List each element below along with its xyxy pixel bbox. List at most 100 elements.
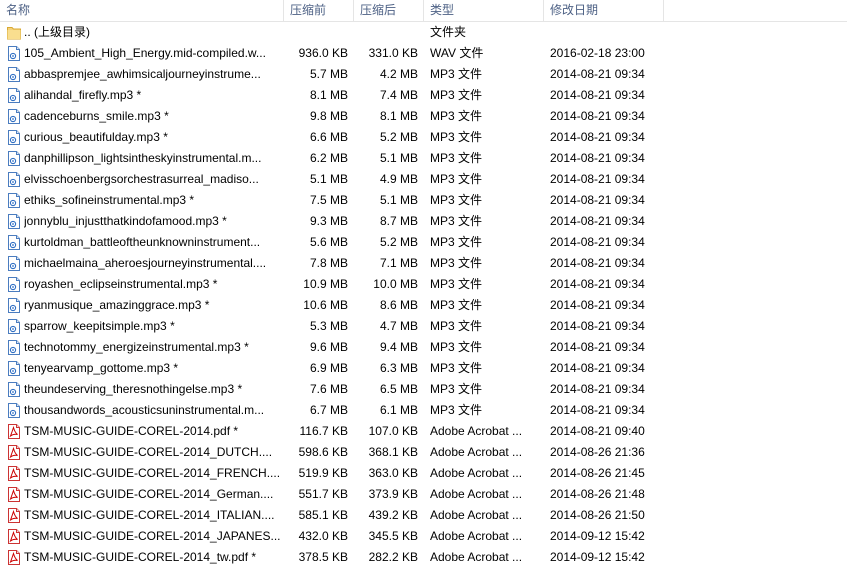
column-header-compressed[interactable]: 压缩前 bbox=[284, 0, 354, 21]
table-row[interactable]: 105_Ambient_High_Energy.mid-compiled.w..… bbox=[0, 43, 847, 64]
file-modified: 2014-08-21 09:34 bbox=[550, 193, 645, 207]
pdf-file-icon bbox=[7, 529, 21, 544]
file-type: Adobe Acrobat ... bbox=[430, 487, 523, 501]
file-modified: 2014-08-21 09:40 bbox=[550, 424, 645, 438]
column-header-size[interactable]: 压缩后 bbox=[354, 0, 424, 21]
file-name: .. (上级目录) bbox=[24, 25, 90, 39]
table-row[interactable]: ryanmusique_amazinggrace.mp3 * 10.6 MB 8.6… bbox=[0, 295, 847, 316]
file-size: 5.1 MB bbox=[379, 193, 418, 207]
table-row[interactable]: tenyearvamp_gottome.mp3 * 6.9 MB 6.3 MB MP3… bbox=[0, 358, 847, 379]
table-row[interactable]: TSM-MUSIC-GUIDE-COREL-2014_JAPANES... 432… bbox=[0, 526, 847, 547]
audio-file-icon bbox=[7, 256, 21, 271]
file-name: thousandwords_acousticsuninstrumental.m.… bbox=[24, 403, 265, 417]
file-size: 345.5 KB bbox=[368, 529, 418, 543]
file-type: MP3 文件 bbox=[430, 340, 483, 354]
file-compressed-size: 5.3 MB bbox=[309, 319, 348, 333]
file-modified: 2014-09-12 15:42 bbox=[550, 550, 645, 564]
column-header-modified[interactable]: 修改日期 bbox=[544, 0, 664, 21]
file-name: TSM-MUSIC-GUIDE-COREL-2014_FRENCH.... bbox=[24, 466, 281, 480]
table-row[interactable]: TSM-MUSIC-GUIDE-COREL-2014_German.... 551… bbox=[0, 484, 847, 505]
file-compressed-size: 6.9 MB bbox=[309, 361, 348, 375]
file-type: Adobe Acrobat ... bbox=[430, 508, 523, 522]
table-row[interactable]: TSM-MUSIC-GUIDE-COREL-2014_FRENCH.... 519… bbox=[0, 463, 847, 484]
file-size: 10.0 MB bbox=[373, 277, 418, 291]
file-compressed-size: 598.6 KB bbox=[298, 445, 348, 459]
table-row[interactable]: jonnyblu_injustthatkindofamood.mp3 * 9.3 … bbox=[0, 211, 847, 232]
table-row[interactable]: royashen_eclipseinstrumental.mp3 * 10.9 M… bbox=[0, 274, 847, 295]
table-row[interactable]: curious_beautifulday.mp3 * 6.6 MB 5.2 MB MP… bbox=[0, 127, 847, 148]
table-row[interactable]: sparrow_keepitsimple.mp3 * 5.3 MB 4.7 MB MP… bbox=[0, 316, 847, 337]
file-type: MP3 文件 bbox=[430, 235, 483, 249]
file-size: 9.4 MB bbox=[379, 340, 418, 354]
file-type: Adobe Acrobat ... bbox=[430, 529, 523, 543]
file-size: 8.7 MB bbox=[379, 214, 418, 228]
audio-file-icon bbox=[7, 46, 21, 61]
file-modified: 2014-08-26 21:36 bbox=[550, 445, 645, 459]
audio-file-icon bbox=[7, 88, 21, 103]
file-type: MP3 文件 bbox=[430, 130, 483, 144]
file-compressed-size: 6.6 MB bbox=[309, 130, 348, 144]
audio-file-icon bbox=[7, 319, 21, 334]
file-size: 6.1 MB bbox=[379, 403, 418, 417]
file-compressed-size: 6.7 MB bbox=[309, 403, 348, 417]
folder-icon bbox=[7, 25, 21, 40]
file-modified: 2014-08-21 09:34 bbox=[550, 298, 645, 312]
table-row[interactable]: danphillipson_lightsintheskyinstrumental… bbox=[0, 148, 847, 169]
file-type: MP3 文件 bbox=[430, 67, 483, 81]
file-type: MP3 文件 bbox=[430, 172, 483, 186]
file-list: 名称 压缩前 压缩后 类型 修改日期 .. (上级目录) 文件夹 105_Ambie… bbox=[0, 0, 847, 578]
file-name: abbaspremjee_awhimsicaljourneyinstrume..… bbox=[24, 67, 261, 81]
file-name: ryanmusique_amazinggrace.mp3 * bbox=[24, 298, 210, 312]
table-row[interactable]: theundeserving_theresnothingelse.mp3 * 7.… bbox=[0, 379, 847, 400]
file-type: Adobe Acrobat ... bbox=[430, 550, 523, 564]
file-size: 4.9 MB bbox=[379, 172, 418, 186]
file-compressed-size: 378.5 KB bbox=[298, 550, 348, 564]
file-name: royashen_eclipseinstrumental.mp3 * bbox=[24, 277, 218, 291]
table-row[interactable]: kurtoldman_battleoftheunknowninstrument.… bbox=[0, 232, 847, 253]
file-modified: 2014-08-21 09:34 bbox=[550, 67, 645, 81]
table-row[interactable]: elvisschoenbergsorchestrasurreal_madiso.… bbox=[0, 169, 847, 190]
file-size: 5.2 MB bbox=[379, 130, 418, 144]
pdf-file-icon bbox=[7, 424, 21, 439]
column-header-name[interactable]: 名称 bbox=[0, 0, 284, 21]
table-row[interactable]: TSM-MUSIC-GUIDE-COREL-2014_DUTCH.... 598.… bbox=[0, 442, 847, 463]
file-size: 4.7 MB bbox=[379, 319, 418, 333]
file-size: 368.1 KB bbox=[368, 445, 418, 459]
pdf-file-icon bbox=[7, 508, 21, 523]
file-modified: 2014-08-21 09:34 bbox=[550, 235, 645, 249]
table-row[interactable]: TSM-MUSIC-GUIDE-COREL-2014_tw.pdf * 378.5… bbox=[0, 547, 847, 568]
file-name: jonnyblu_injustthatkindofamood.mp3 * bbox=[24, 214, 227, 228]
table-row[interactable]: .. (上级目录) 文件夹 bbox=[0, 22, 847, 43]
table-row[interactable]: alihandal_firefly.mp3 * 8.1 MB 7.4 MB MP3 文… bbox=[0, 85, 847, 106]
file-type: MP3 文件 bbox=[430, 403, 483, 417]
file-compressed-size: 7.5 MB bbox=[309, 193, 348, 207]
file-size: 5.2 MB bbox=[379, 235, 418, 249]
table-row[interactable]: abbaspremjee_awhimsicaljourneyinstrume..… bbox=[0, 64, 847, 85]
table-row[interactable]: michaelmaina_aheroesjourneyinstrumental.… bbox=[0, 253, 847, 274]
audio-file-icon bbox=[7, 277, 21, 292]
pdf-file-icon bbox=[7, 445, 21, 460]
table-row[interactable]: TSM-MUSIC-GUIDE-COREL-2014.pdf * 116.7 KB… bbox=[0, 421, 847, 442]
pdf-file-icon bbox=[7, 466, 21, 481]
file-type: MP3 文件 bbox=[430, 298, 483, 312]
file-name: elvisschoenbergsorchestrasurreal_madiso.… bbox=[24, 172, 259, 186]
file-name: TSM-MUSIC-GUIDE-COREL-2014_German.... bbox=[24, 487, 274, 501]
file-name: TSM-MUSIC-GUIDE-COREL-2014_ITALIAN.... bbox=[24, 508, 275, 522]
table-row[interactable]: technotommy_energizeinstrumental.mp3 * 9.… bbox=[0, 337, 847, 358]
file-compressed-size: 9.8 MB bbox=[309, 109, 348, 123]
file-name: danphillipson_lightsintheskyinstrumental… bbox=[24, 151, 262, 165]
table-row[interactable]: thousandwords_acousticsuninstrumental.m.… bbox=[0, 400, 847, 421]
file-size bbox=[356, 22, 418, 43]
file-modified: 2014-08-21 09:34 bbox=[550, 340, 645, 354]
file-modified: 2014-08-26 21:50 bbox=[550, 508, 645, 522]
audio-file-icon bbox=[7, 109, 21, 124]
table-row[interactable]: ethiks_sofineinstrumental.mp3 * 7.5 MB 5.1… bbox=[0, 190, 847, 211]
file-size: 373.9 KB bbox=[368, 487, 418, 501]
column-header-type[interactable]: 类型 bbox=[424, 0, 544, 21]
file-name: theundeserving_theresnothingelse.mp3 * bbox=[24, 382, 243, 396]
file-modified: 2014-08-21 09:34 bbox=[550, 382, 645, 396]
audio-file-icon bbox=[7, 403, 21, 418]
table-row[interactable]: TSM-MUSIC-GUIDE-COREL-2014_ITALIAN.... 58… bbox=[0, 505, 847, 526]
table-row[interactable]: cadenceburns_smile.mp3 * 9.8 MB 8.1 MB MP3 … bbox=[0, 106, 847, 127]
file-modified: 2014-08-21 09:34 bbox=[550, 151, 645, 165]
